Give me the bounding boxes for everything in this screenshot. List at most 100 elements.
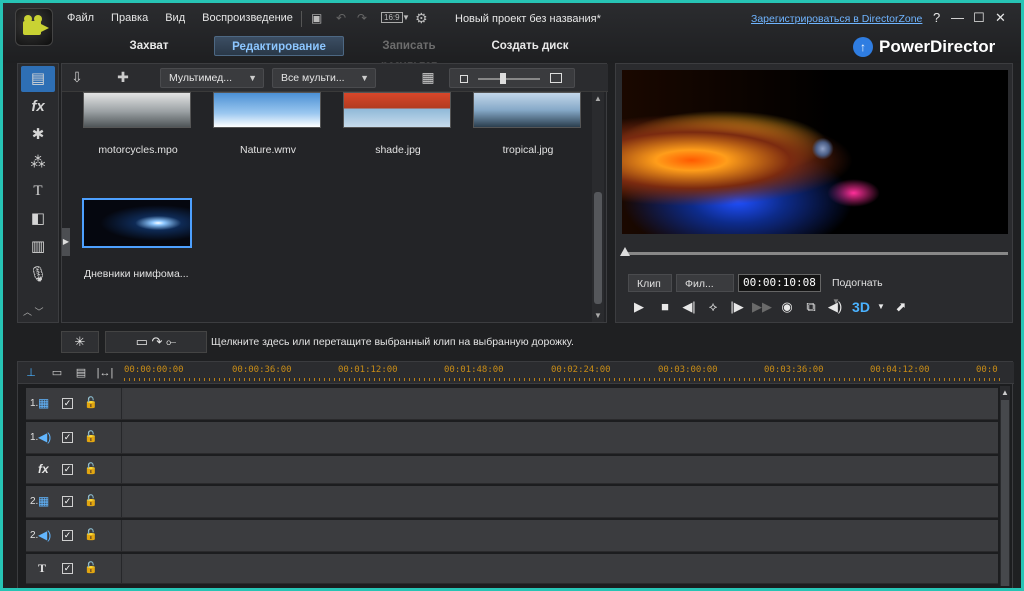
track-list: 1. ▦ ✓ 🔓 1. ◀) ✓ 🔓 fx ✓ 🔓 2. ▦ ✓ 🔓 2. ◀)… xyxy=(18,384,1014,588)
redo-icon[interactable]: ↷ xyxy=(357,11,367,25)
seek-bar[interactable] xyxy=(620,247,1008,256)
scroll-up-icon[interactable]: ▲ xyxy=(1001,388,1009,397)
3d-toggle-button[interactable]: 3D xyxy=(850,298,872,316)
media-item[interactable]: shade.jpg xyxy=(343,92,453,156)
timeline-view-icon[interactable]: ⊥ xyxy=(22,365,40,381)
lock-icon[interactable]: 🔓 xyxy=(84,430,98,443)
microphone-icon[interactable]: 🎙 xyxy=(21,262,55,288)
preview-mode-icon[interactable]: ⧉ xyxy=(802,298,820,316)
3d-dropdown-icon[interactable]: ▼ xyxy=(872,298,890,316)
tab-capture[interactable]: Захват xyxy=(93,36,205,56)
seek-knob[interactable] xyxy=(620,247,630,256)
lock-icon[interactable]: 🔓 xyxy=(84,396,98,409)
particle-room-icon[interactable]: ⁂ xyxy=(21,150,55,176)
lock-icon[interactable]: 🔓 xyxy=(84,462,98,475)
register-link[interactable]: Зарегистрироваться в DirectorZone xyxy=(751,13,922,25)
track-lane[interactable] xyxy=(124,422,998,453)
time-ruler[interactable]: 00:00:00:00 00:00:36:00 00:01:12:00 00:0… xyxy=(124,362,1004,384)
menu-file[interactable]: Файл xyxy=(67,12,102,24)
timecode-display[interactable]: 00:00:10:08 xyxy=(738,274,821,292)
magic-tools-button[interactable]: ✳ xyxy=(61,331,99,353)
previous-frame-icon[interactable]: ◀| xyxy=(680,298,698,316)
track-enable-checkbox[interactable]: ✓ xyxy=(62,398,73,409)
aspect-dropdown-icon[interactable]: ▼ xyxy=(402,11,410,25)
menu-edit[interactable]: Правка xyxy=(111,12,156,24)
drop-hint[interactable]: Щелкните здесь или перетащите выбранный … xyxy=(211,336,574,348)
tab-create-disc[interactable]: Создать диск xyxy=(474,36,586,56)
scroll-up-icon[interactable]: ▲ xyxy=(594,94,602,103)
room-nav[interactable]: ︿ ﹀ xyxy=(23,305,44,318)
fit-timeline-icon[interactable]: |↔| xyxy=(96,365,114,381)
menu-playback[interactable]: Воспроизведение xyxy=(202,12,301,24)
aspect-ratio-badge[interactable]: 16:9 xyxy=(381,12,403,23)
track-enable-checkbox[interactable]: ✓ xyxy=(62,530,73,541)
track-lane[interactable] xyxy=(124,388,998,419)
track-enable-checkbox[interactable]: ✓ xyxy=(62,464,73,475)
track-manager-icon[interactable]: ▤ xyxy=(72,365,90,381)
transition-room-icon[interactable]: ◧ xyxy=(21,206,55,232)
stop-icon[interactable]: ■ xyxy=(656,298,674,316)
track-lane[interactable] xyxy=(124,456,998,483)
save-icon[interactable]: ▣ xyxy=(311,11,322,25)
tab-clip[interactable]: Клип xyxy=(628,274,672,292)
next-frame-icon[interactable]: |▶ xyxy=(728,298,746,316)
media-name: shade.jpg xyxy=(375,144,421,156)
collapse-panel-tab[interactable]: ▶ xyxy=(62,228,70,256)
app-logo[interactable] xyxy=(15,8,53,46)
track-lane[interactable] xyxy=(124,486,998,517)
timeline-scrollbar[interactable]: ▲ xyxy=(1000,386,1010,586)
help-button[interactable]: ? xyxy=(933,11,940,25)
pip-room-icon[interactable]: ✱ xyxy=(21,122,55,148)
slider-knob[interactable] xyxy=(500,73,506,84)
track-lane[interactable] xyxy=(124,520,998,551)
media-item[interactable]: tropical.jpg xyxy=(473,92,583,156)
lock-icon[interactable]: 🔓 xyxy=(84,494,98,507)
tab-produce[interactable]: Записать результат xyxy=(353,36,465,72)
menu-view[interactable]: Вид xyxy=(165,12,193,24)
storyboard-view-icon[interactable]: ▭ xyxy=(48,365,66,381)
tab-movie[interactable]: Фил... xyxy=(676,274,734,292)
media-item-selected[interactable]: Дневники нимфома... xyxy=(82,198,192,280)
minimize-button[interactable]: — xyxy=(951,11,964,25)
fx-room-icon[interactable]: fx xyxy=(21,94,55,120)
fast-forward-icon[interactable]: ▶▶ xyxy=(752,298,772,316)
upgrade-arrow-icon[interactable]: ↑ xyxy=(853,37,873,57)
undo-icon[interactable]: ↶ xyxy=(336,11,346,25)
title-room-icon[interactable]: T xyxy=(21,178,55,204)
media-room-icon[interactable]: ▤ xyxy=(21,66,55,92)
fit-dropdown[interactable]: Подогнать ▼ xyxy=(832,274,883,306)
media-library: ⇩ ✚ Мультимед... ▼ Все мульти... ▼ ▦ mot… xyxy=(61,63,608,323)
media-type-dropdown[interactable]: Мультимед... ▼ xyxy=(160,68,264,88)
track-enable-checkbox[interactable]: ✓ xyxy=(62,432,73,443)
chapter-room-icon[interactable]: ▥ xyxy=(21,234,55,260)
tab-edit[interactable]: Редактирование xyxy=(214,36,344,56)
scroll-thumb[interactable] xyxy=(1001,400,1009,586)
close-button[interactable]: ✕ xyxy=(995,11,1006,25)
track-enable-checkbox[interactable]: ✓ xyxy=(62,496,73,507)
track-header: 1. ▦ ✓ 🔓 xyxy=(26,388,122,419)
scroll-thumb[interactable] xyxy=(594,192,602,304)
import-media-icon[interactable]: ⇩ xyxy=(68,69,86,85)
media-filter-dropdown[interactable]: Все мульти... ▼ xyxy=(272,68,376,88)
insert-clip-button[interactable]: ▭ ↷ ⟜ xyxy=(105,331,207,353)
gear-icon[interactable]: ⚙ xyxy=(415,11,428,25)
library-scrollbar[interactable]: ▲ ▼ xyxy=(592,92,604,322)
track-enable-checkbox[interactable]: ✓ xyxy=(62,563,73,574)
play-icon[interactable]: ▶ xyxy=(630,298,648,316)
scroll-down-icon[interactable]: ▼ xyxy=(594,311,602,320)
snapshot-camera-icon[interactable]: ◉ xyxy=(778,298,796,316)
track-lane[interactable] xyxy=(124,554,998,583)
lock-icon[interactable]: 🔓 xyxy=(84,528,98,541)
grid-view-icon[interactable]: ▦ xyxy=(419,69,437,85)
media-item[interactable]: motorcycles.mpo xyxy=(83,92,193,156)
maximize-button[interactable]: ☐ xyxy=(973,11,985,25)
media-item[interactable]: Nature.wmv xyxy=(213,92,323,156)
lock-icon[interactable]: 🔓 xyxy=(84,561,98,574)
room-toolbar: ▤ fx ✱ ⁂ T ◧ ▥ 🎙 ︿ ﹀ xyxy=(17,63,59,323)
volume-icon[interactable]: ◀) xyxy=(826,298,844,316)
thumbnail-size-slider[interactable] xyxy=(449,68,575,88)
media-grid: motorcycles.mpo Nature.wmv shade.jpg tro… xyxy=(62,92,592,322)
undock-window-icon[interactable]: ⬈ xyxy=(892,298,910,316)
split-icon[interactable]: ⟡ xyxy=(704,298,722,316)
plugin-puzzle-icon[interactable]: ✚ xyxy=(114,69,132,85)
